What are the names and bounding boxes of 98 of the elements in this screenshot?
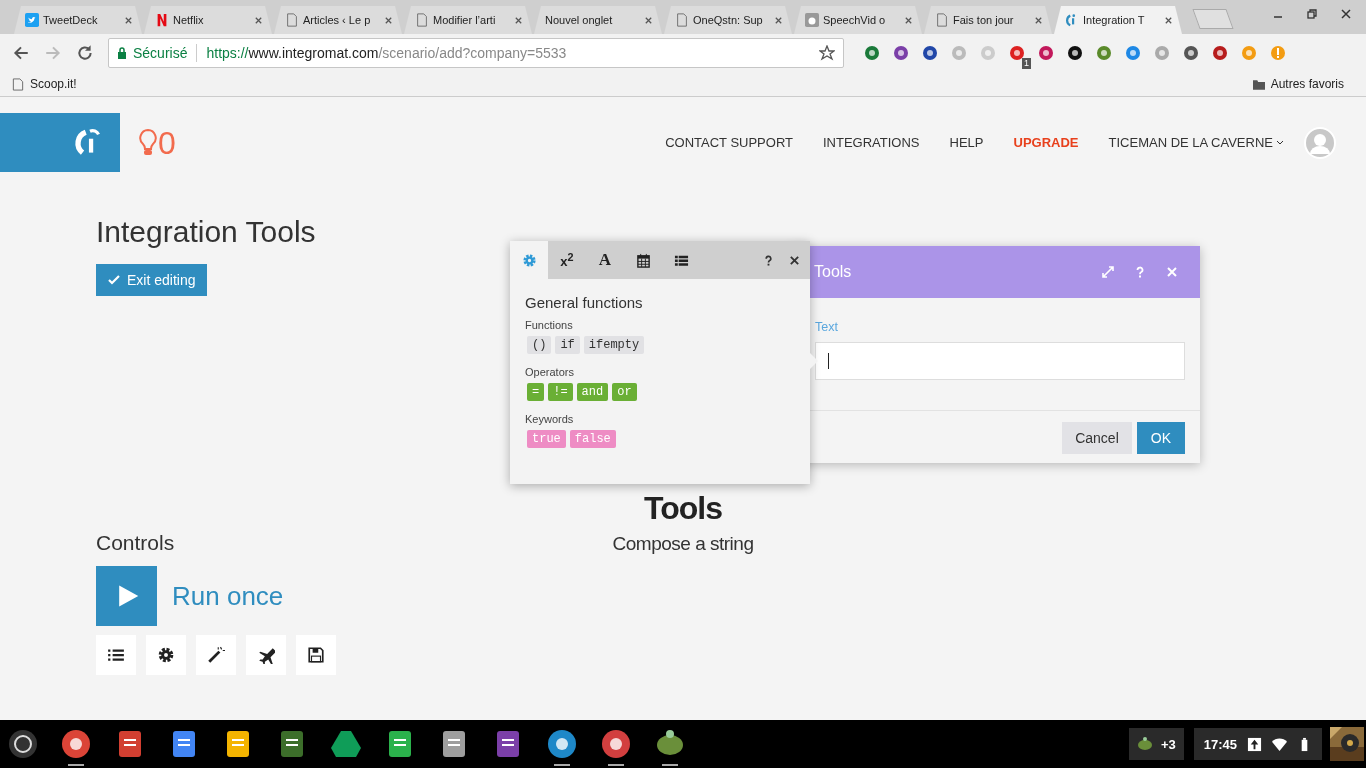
lock-icon xyxy=(117,47,127,59)
text-field[interactable] xyxy=(815,342,1185,380)
browser-tab[interactable]: Netflix xyxy=(144,6,272,34)
extension-icon[interactable] xyxy=(893,45,909,61)
security-label: Sécurisé xyxy=(133,45,188,61)
browser-tab[interactable]: SpeechVid o xyxy=(794,6,922,34)
list-icon xyxy=(107,646,125,664)
close-icon[interactable] xyxy=(904,15,913,25)
close-icon[interactable] xyxy=(644,15,653,25)
calendar-icon xyxy=(635,252,651,268)
back-icon[interactable] xyxy=(12,44,30,62)
superscript-glyph: x$^{2}$ xyxy=(560,250,574,270)
module-name: Tools xyxy=(644,490,722,527)
module-node[interactable]: Tools Compose a string xyxy=(583,490,783,555)
list-button[interactable] xyxy=(96,635,136,675)
function-chip[interactable]: () xyxy=(527,336,552,354)
extension-badge: 1 xyxy=(1022,58,1031,69)
close-icon[interactable] xyxy=(789,254,800,266)
close-icon[interactable] xyxy=(1340,8,1352,20)
close-icon[interactable] xyxy=(774,15,783,25)
nav-link[interactable]: UPGRADE xyxy=(1013,135,1079,150)
status-tray[interactable]: 17:45 xyxy=(1193,728,1322,760)
reload-icon[interactable] xyxy=(76,44,94,62)
panel-tab[interactable]: x$^{2}$ xyxy=(548,241,586,279)
exit-editing-button[interactable]: Exit editing xyxy=(96,264,208,296)
dialog-title: Tools xyxy=(814,263,853,281)
app-icon[interactable] xyxy=(330,728,362,760)
field-label: Text xyxy=(815,320,839,334)
browser-tab[interactable]: Modifier l’arti xyxy=(404,6,532,34)
url-text: https://www.integromat.com/scenario/add?company=5533 xyxy=(206,45,568,61)
airplane-icon xyxy=(257,646,275,664)
extension-icon[interactable] xyxy=(1009,45,1025,61)
tray-count: +3 xyxy=(1160,736,1176,752)
function-chip[interactable]: if xyxy=(555,336,580,354)
bookmark-folder[interactable]: Autres favoris xyxy=(1252,77,1354,91)
expand-icon[interactable] xyxy=(1102,266,1114,278)
star-icon[interactable] xyxy=(819,45,835,61)
logo[interactable] xyxy=(0,113,120,172)
text-glyph: A xyxy=(598,250,612,270)
wand-icon xyxy=(207,646,225,664)
page-icon xyxy=(415,13,429,27)
section-heading: Controls xyxy=(96,530,175,556)
wand-button[interactable] xyxy=(196,635,236,675)
lightbulb-icon xyxy=(138,127,158,158)
panel-tab[interactable]: A xyxy=(586,241,624,279)
nav-link[interactable]: HELP xyxy=(949,135,984,150)
group-title: Operators xyxy=(525,366,574,378)
browser-tab[interactable]: Integration T xyxy=(1054,6,1182,34)
nav-link[interactable]: INTEGRATIONS xyxy=(823,135,920,150)
close-icon[interactable] xyxy=(1034,15,1043,25)
wifi-icon xyxy=(1272,736,1287,752)
notification-tray[interactable]: +3 xyxy=(1128,728,1184,760)
extension-icon[interactable] xyxy=(1183,45,1199,61)
upload-icon xyxy=(1247,736,1262,752)
close-icon[interactable] xyxy=(254,15,263,25)
ribbon-icon xyxy=(155,13,169,27)
bookmark-link[interactable]: Scoop.it! xyxy=(12,77,77,91)
bird-icon xyxy=(25,13,39,27)
panel-heading: General functions xyxy=(525,294,643,311)
apple-icon xyxy=(805,13,819,27)
close-icon[interactable] xyxy=(1164,15,1173,25)
clock: 17:45 xyxy=(1203,736,1237,752)
check-icon xyxy=(108,275,120,285)
extension-icon[interactable] xyxy=(922,45,938,61)
nav-link[interactable]: TICEMAN DE LA CAVERNE xyxy=(1108,135,1284,150)
browser-tab[interactable]: Nouvel onglet xyxy=(534,6,662,34)
browser-tab[interactable]: Articles ‹ Le p xyxy=(274,6,402,34)
turtle-icon xyxy=(1136,736,1153,752)
save-button[interactable] xyxy=(296,635,336,675)
gear-icon xyxy=(157,646,175,664)
restore-icon[interactable] xyxy=(1306,8,1318,20)
module-description: Compose a string xyxy=(612,533,754,555)
ok-button[interactable]: OK xyxy=(1136,422,1185,454)
airplane-button[interactable] xyxy=(246,635,286,675)
page-icon xyxy=(285,13,299,27)
browser-tab[interactable]: TweetDeck xyxy=(14,6,142,34)
group-title: Keywords xyxy=(525,413,574,425)
settings-button[interactable] xyxy=(146,635,186,675)
close-icon[interactable] xyxy=(514,15,523,25)
page-icon xyxy=(675,13,689,27)
page-icon xyxy=(935,13,949,27)
page-icon xyxy=(12,77,24,91)
browser-tab[interactable]: OneQstn: Sup xyxy=(664,6,792,34)
close-icon[interactable] xyxy=(124,15,133,25)
extension-icon[interactable] xyxy=(1067,45,1083,61)
browser-tab[interactable]: Fais ton jour xyxy=(924,6,1052,34)
cancel-button[interactable]: Cancel xyxy=(1062,422,1132,454)
run-once-button[interactable] xyxy=(96,566,157,626)
launcher-icon[interactable] xyxy=(8,729,38,759)
group-title: Functions xyxy=(525,319,573,331)
scenario-title: Integration Tools xyxy=(96,214,316,250)
help-icon[interactable] xyxy=(763,254,774,266)
nav-link[interactable]: CONTACT SUPPORT xyxy=(665,135,793,150)
folder-icon xyxy=(1252,77,1265,91)
address-bar[interactable]: Sécurisé https://www.integromat.com/scenario/add?company=5533 xyxy=(108,38,844,68)
gear-icon xyxy=(521,252,537,268)
function-chip[interactable]: ifempty xyxy=(583,336,645,354)
close-icon[interactable] xyxy=(384,15,393,25)
